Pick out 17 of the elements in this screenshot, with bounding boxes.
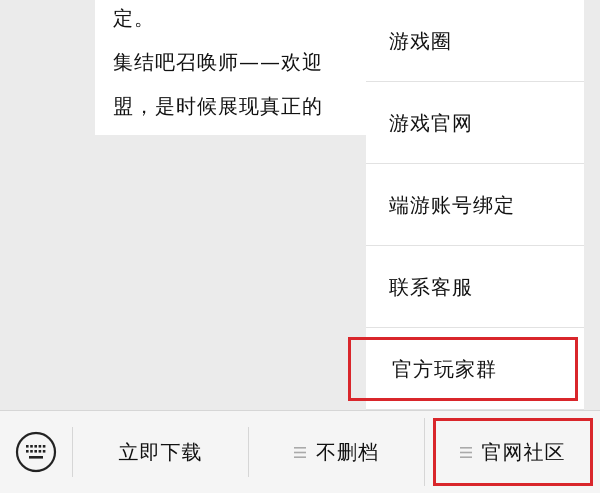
bottom-menu-label: 官网社区 [482, 439, 566, 466]
keyboard-icon [15, 431, 57, 473]
bottom-menu-button[interactable]: 官网社区 [432, 418, 592, 486]
menu-icon [460, 446, 472, 458]
message-text: 定。 [113, 5, 156, 32]
message-text: 集结吧召唤师——欢迎 [113, 49, 324, 76]
bottom-menu-label: 立即下载 [118, 439, 202, 466]
bottom-menu-button[interactable]: 不删档 [270, 427, 403, 477]
menu-item[interactable]: 官方玩家群 [348, 336, 578, 400]
menu-item[interactable]: 端游账号绑定 [366, 172, 584, 236]
message-text: 盟，是时候展现真正的 [113, 93, 324, 120]
menu-item[interactable]: 联系客服 [366, 254, 584, 318]
bottom-menu-label: 不删档 [316, 439, 379, 466]
bottom-menu-button[interactable]: 立即下载 [94, 427, 226, 477]
menu-icon [294, 446, 306, 458]
menu-item[interactable]: 游戏官网 [366, 90, 584, 154]
menu-item[interactable]: 游戏圈 [366, 8, 584, 72]
